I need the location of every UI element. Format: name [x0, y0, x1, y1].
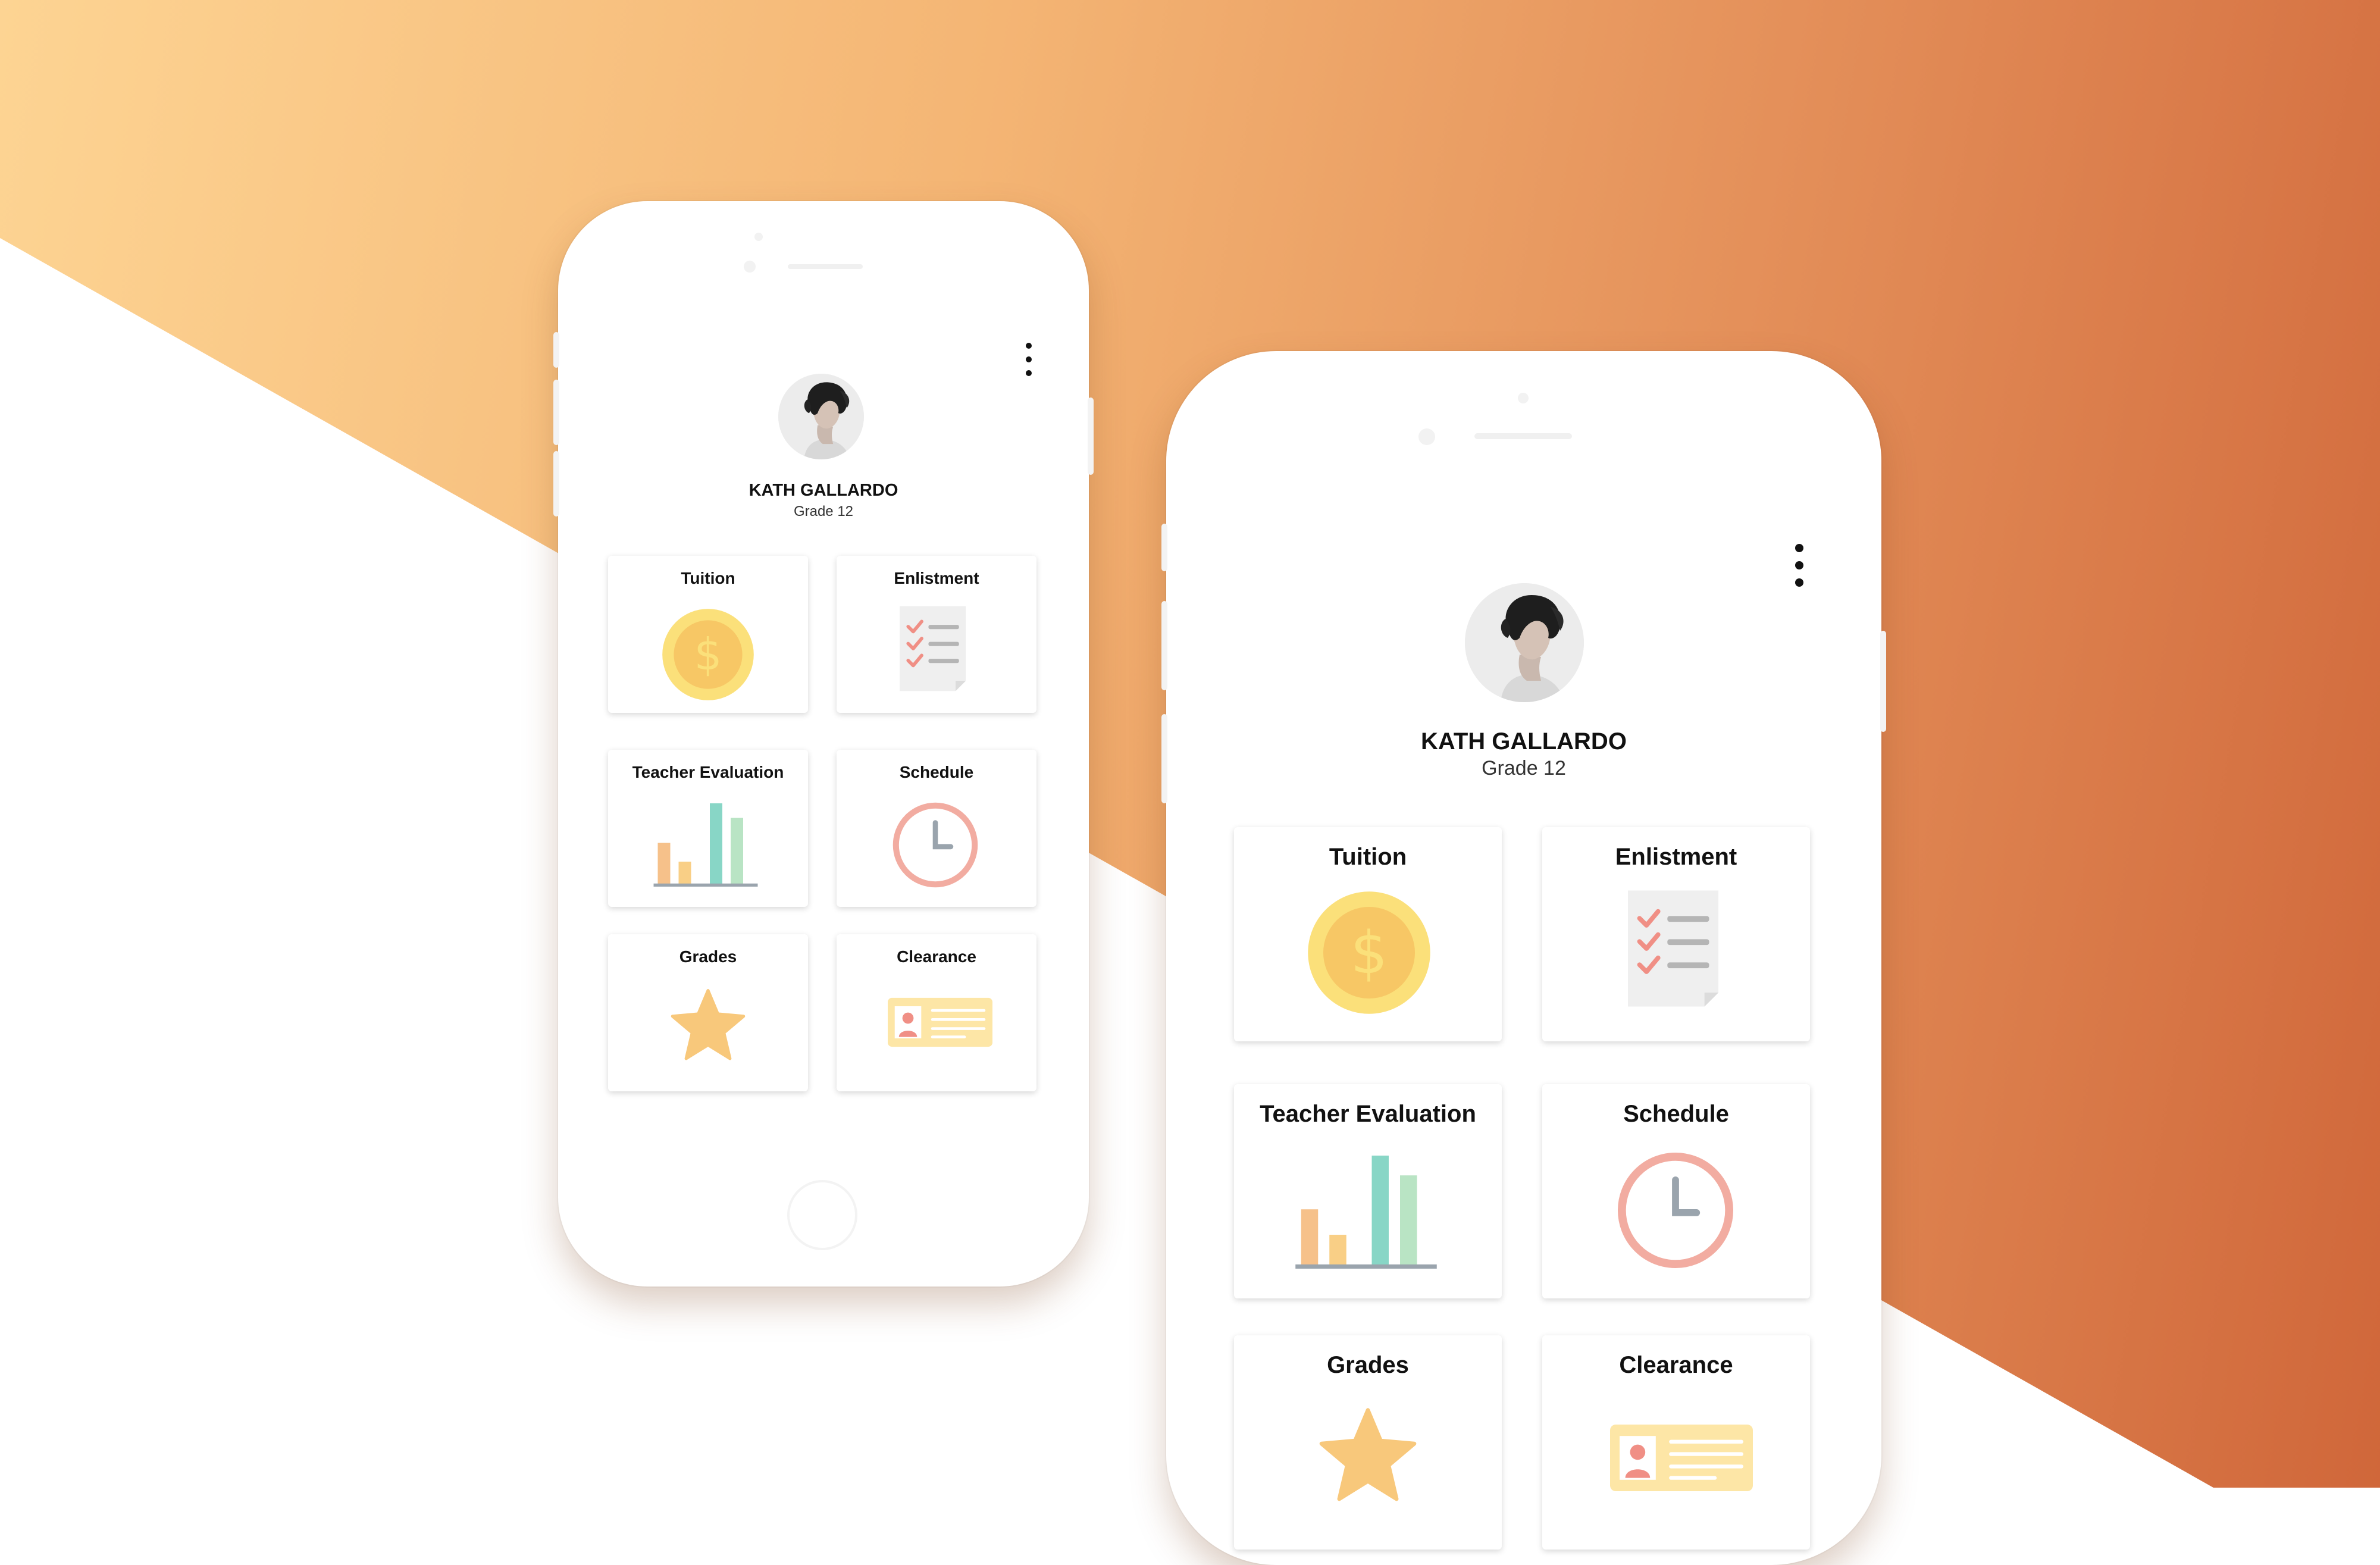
card-label: Tuition — [681, 569, 735, 587]
profile-photo — [778, 374, 864, 459]
grades-card[interactable]: Grades — [1234, 1335, 1502, 1550]
checklist-icon — [1628, 885, 1721, 1012]
card-label: Tuition — [1329, 844, 1407, 870]
enlistment-card[interactable]: Enlistment — [837, 556, 1036, 713]
app-screen: KATH GALLARDO Grade 12 Tuition $ Enlistm… — [558, 201, 1089, 1287]
card-label: Teacher Evaluation — [1260, 1101, 1476, 1127]
star-icon — [1319, 1408, 1417, 1503]
card-label: Teacher Evaluation — [632, 763, 784, 781]
card-label: Schedule — [899, 763, 974, 781]
card-label: Enlistment — [894, 569, 979, 587]
bar-chart-icon — [1294, 1156, 1439, 1269]
schedule-card[interactable]: Schedule — [837, 750, 1036, 907]
clearance-card[interactable]: Clearance — [837, 934, 1036, 1091]
avatar[interactable] — [1465, 583, 1584, 702]
clearance-card[interactable]: Clearance — [1542, 1335, 1810, 1550]
card-label: Grades — [679, 947, 737, 966]
user-name: KATH GALLARDO — [749, 481, 898, 500]
phone-mockup-right: KATH GALLARDO Grade 12 Tuition $ Enlistm… — [1161, 351, 1886, 1565]
clock-icon — [1617, 1152, 1734, 1269]
profile-photo — [1465, 583, 1584, 702]
teacher-evaluation-card[interactable]: Teacher Evaluation — [608, 750, 808, 907]
tuition-card[interactable]: Tuition $ — [1234, 827, 1502, 1041]
enlistment-card[interactable]: Enlistment — [1542, 827, 1810, 1041]
schedule-card[interactable]: Schedule — [1542, 1084, 1810, 1298]
grades-card[interactable]: Grades — [608, 934, 808, 1091]
teacher-evaluation-card[interactable]: Teacher Evaluation — [1234, 1084, 1502, 1298]
phone-mockup-left: KATH GALLARDO Grade 12 Tuition $ Enlistm… — [553, 201, 1094, 1287]
card-label: Clearance — [1619, 1352, 1733, 1378]
user-grade: Grade 12 — [1482, 757, 1566, 780]
id-card-icon — [888, 988, 992, 1057]
tuition-card[interactable]: Tuition $ — [608, 556, 808, 713]
card-label: Schedule — [1623, 1101, 1729, 1127]
svg-text:$: $ — [1351, 919, 1388, 987]
id-card-icon — [1610, 1409, 1753, 1507]
avatar[interactable] — [778, 374, 864, 459]
bar-chart-icon — [652, 803, 759, 887]
svg-text:$: $ — [694, 630, 722, 681]
user-name: KATH GALLARDO — [1421, 728, 1627, 755]
card-label: Grades — [1327, 1352, 1409, 1378]
clock-icon — [892, 802, 978, 888]
user-grade: Grade 12 — [793, 503, 854, 519]
card-label: Enlistment — [1615, 844, 1737, 870]
dollar-coin-icon: $ — [660, 607, 756, 702]
more-vertical-icon[interactable] — [1026, 343, 1032, 376]
card-label: Clearance — [897, 947, 976, 966]
dollar-coin-icon: $ — [1305, 889, 1433, 1016]
star-icon — [670, 989, 746, 1062]
more-vertical-icon[interactable] — [1795, 544, 1804, 587]
checklist-icon — [900, 602, 967, 695]
app-screen: KATH GALLARDO Grade 12 Tuition $ Enlistm… — [1166, 351, 1881, 1565]
